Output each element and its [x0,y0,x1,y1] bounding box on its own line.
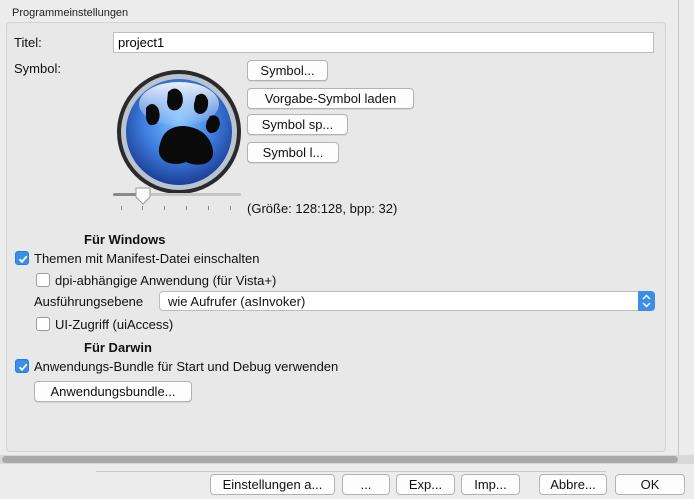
checkmark-icon [18,363,28,372]
title-input[interactable] [113,32,654,53]
dpi-aware-checkbox[interactable] [36,273,50,287]
group-title: Programmeinstellungen [12,7,129,19]
slider-tick [121,206,122,210]
icon-size-slider-thumb[interactable] [134,186,152,206]
create-bundle-button[interactable]: Anwendungsbundle... [34,381,192,402]
uiaccess-label: UI-Zugriff (uiAccess) [55,317,174,332]
app-icon-preview [112,66,246,196]
dpi-aware-label: dpi-abhängige Anwendung (für Vista+) [55,273,277,288]
execution-level-select[interactable]: wie Aufrufer (asInvoker) [159,291,655,311]
use-settings-button[interactable]: Einstellungen a... [210,474,335,495]
checkmark-icon [18,255,28,264]
windows-heading: Für Windows [84,232,166,247]
ok-button[interactable]: OK [615,474,685,495]
slider-tick [164,206,165,210]
bundle-checkbox[interactable] [15,359,29,373]
darwin-heading: Für Darwin [84,340,152,355]
paw-icon [117,70,241,194]
uiaccess-checkbox[interactable] [36,317,50,331]
load-symbol-button[interactable]: Symbol l... [247,142,339,163]
default-symbol-button[interactable]: Vorgabe-Symbol laden [247,88,414,109]
manifest-label: Themen mit Manifest-Datei einschalten [34,251,260,266]
slider-tick [208,206,209,210]
symbol-button[interactable]: Symbol... [247,60,328,81]
cancel-button[interactable]: Abbre... [539,474,607,495]
manifest-checkbox[interactable] [15,251,29,265]
bundle-label: Anwendungs-Bundle für Start und Debug ve… [34,359,339,374]
export-button[interactable]: Exp... [396,474,455,495]
window-divider [678,0,679,455]
more-button[interactable]: ... [342,474,390,495]
execution-level-label: Ausführungsebene [34,294,144,309]
slider-tick [186,206,187,210]
symbol-label: Symbol: [14,61,61,76]
scrollbar-thumb[interactable] [2,456,678,463]
import-button[interactable]: Imp... [461,474,520,495]
title-label: Titel: [14,35,42,50]
icon-size-slider-track[interactable] [113,193,241,196]
execution-level-value: wie Aufrufer (asInvoker) [168,294,306,309]
slider-tick [230,206,231,210]
horizontal-scrollbar[interactable] [0,455,694,464]
slider-tick [142,206,143,210]
divider [96,471,606,472]
icon-size-info: (Größe: 128:128, bpp: 32) [247,201,398,216]
save-symbol-button[interactable]: Symbol sp... [247,114,348,135]
select-stepper-icon [638,291,655,311]
